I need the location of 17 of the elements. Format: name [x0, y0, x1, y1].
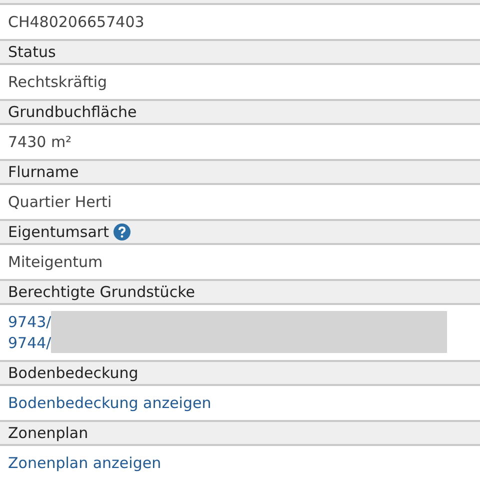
help-icon[interactable] [112, 223, 131, 241]
section-label: Berechtigte Grundstücke [8, 283, 195, 301]
field-value: Rechtskräftig [8, 72, 108, 90]
section-label: Flurname [8, 163, 79, 181]
section-label: Eigentumsart [8, 223, 109, 241]
section-label: Bodenbedeckung [8, 364, 138, 382]
link[interactable]: Bodenbedeckung anzeigen [8, 394, 212, 412]
field-value: 7430 m² [8, 132, 72, 150]
section-label: Status [8, 43, 56, 61]
field-value: Quartier Herti [8, 192, 112, 210]
parcel-link[interactable]: 9743/ [8, 312, 52, 330]
parcel-link[interactable]: 9744/ [8, 334, 52, 352]
section-label: Grundbuchfläche [8, 103, 137, 121]
field-value: CH480206657403 [8, 12, 144, 30]
field-value: Miteigentum [8, 252, 103, 270]
link[interactable]: Zonenplan anzeigen [8, 454, 162, 472]
section-label: Zonenplan [8, 424, 88, 442]
